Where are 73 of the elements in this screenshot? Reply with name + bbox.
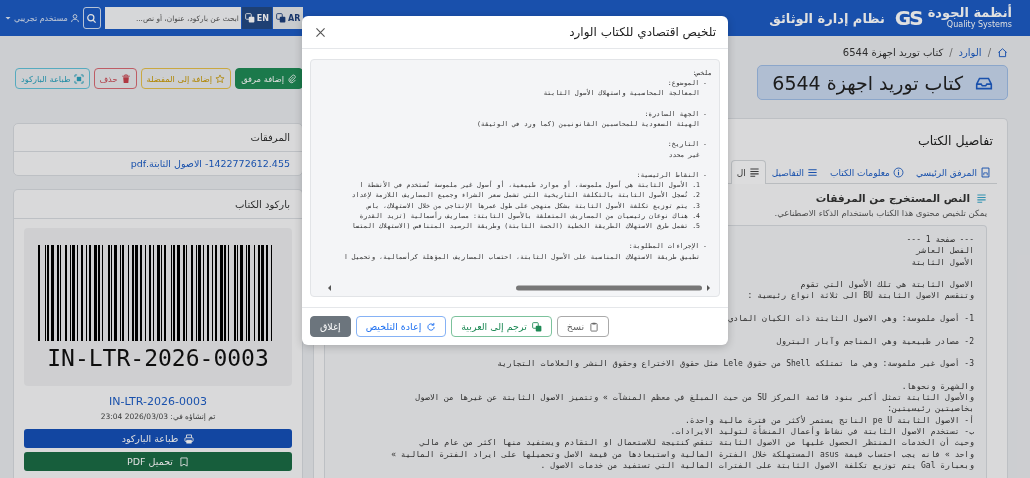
text-line: بخاصيتين رئيسيتين: <box>887 403 974 415</box>
tab[interactable]: التفاصيل <box>765 160 825 184</box>
caret-icon <box>4 14 12 22</box>
home-icon <box>997 47 1008 58</box>
trash-icon <box>120 73 131 84</box>
clipboard-icon <box>589 321 600 332</box>
scrollbar[interactable] <box>326 284 712 292</box>
brand-logo: GS <box>893 6 923 30</box>
language-toggle[interactable]: EN <box>241 7 272 29</box>
text-icon <box>748 167 760 178</box>
tab[interactable]: معلومات الكتاب <box>824 160 910 184</box>
add-attachment-button[interactable]: إضافة مرفق <box>235 68 303 89</box>
barcode-link[interactable]: IN-LTR-2026-0003 <box>109 395 207 408</box>
close-glyph-icon <box>314 25 327 39</box>
text-line: ب- تستخدم الاصول الثابتة في نشاط وأعمال المنشأة لتوليد الايرادات. <box>670 426 974 438</box>
attachment-link[interactable]: 1422772612.455- الاصول الثابتة.pdf <box>130 158 290 169</box>
printer-icon <box>184 433 195 444</box>
text-line: 3- أصول غير ملموسة: وهي ما تمتلكه Shell من حقوق Lele مثل حقوق الاختراع وحقوق النشر والعلامات التجارية <box>497 358 974 370</box>
download-pdf-button[interactable]: تحميل PDF <box>24 452 292 471</box>
text-line: وحيث أن الخدمات المنتظر الحصول عليها من الاصول الثابتة تنقص كنتيجة للاستعمال او التقادم ويستفيد منها اكثر من عام مالي <box>420 437 974 449</box>
brand-name: أنظمة الجودة <box>927 6 1012 21</box>
text-line: 1- أصول ملموسة: وهي الاصول الثابتة ذات الكيان المادي <box>728 313 974 325</box>
tab[interactable]: ال <box>730 160 766 184</box>
bookmark-icon <box>178 456 189 467</box>
text-line: 2- مصادر طبيعية وهي المناجم وآبار البترول <box>776 335 974 347</box>
text-line: --- صفحة 1 --- <box>906 234 974 246</box>
close-icon[interactable] <box>314 25 327 39</box>
card-title: المرفقات <box>250 132 290 143</box>
text-line: وبعبارة Gal يتم توزيع تكلفة الاصول الثابتة على الفترات المالية التي تستفيد من خدمات الاصول . <box>540 459 974 472</box>
translate-button[interactable]: ترجم إلى العربية <box>451 316 552 337</box>
search-button[interactable] <box>82 7 101 29</box>
text-line: الأصول الثابتة <box>911 256 974 268</box>
translate-icon <box>244 13 255 23</box>
user-icon <box>69 13 80 23</box>
breadcrumb-current: كتاب توريد اجهزة 6544 <box>842 47 944 58</box>
regenerate-button[interactable]: إعادة التلخيص <box>355 316 447 337</box>
text-line: والشهرة ونحوها. <box>901 380 974 392</box>
file-icon <box>980 167 991 178</box>
language-toggle[interactable]: AR <box>273 7 304 29</box>
tab[interactable]: المرفق الرئيسي <box>909 160 997 184</box>
text-line: واحد » فانه يجب احتساب قيمة asus المستهلكة خلال الفترة المالية واستبعادها من قيمة الاصل وتحميلها على ايراد الفترة المالية » <box>391 448 974 460</box>
search-icon <box>86 12 98 24</box>
breadcrumb-separator: / <box>949 47 953 58</box>
breadcrumb-separator: / <box>987 47 991 58</box>
close-button[interactable]: إغلاق <box>310 316 351 337</box>
barcode-number: IN-LTR-2026-0003 <box>47 346 269 370</box>
refresh-icon <box>426 321 437 332</box>
breadcrumb-link[interactable]: الوارد <box>958 47 982 58</box>
text-line: الفصل العاشر <box>916 245 974 257</box>
delete-button[interactable]: حذف <box>93 68 137 89</box>
translate-icon <box>531 321 542 332</box>
text-line: والأصول الثابتة تمثل أكبر بنود قائمة المركز SU من حيث المبلغ في معظم المنشآت » وتتميز الاصول الثابتة عن غيرها من الاصول <box>415 392 974 404</box>
brand-subtitle: Quality Systems <box>946 20 1012 30</box>
list-icon <box>807 167 819 178</box>
section-title: النص المستخرج من المرفقات <box>815 192 970 204</box>
modal-title: تلخيص اقتصادي للكتاب الوارد <box>569 25 716 39</box>
card-title: باركود الكتاب <box>234 198 290 210</box>
text-line: أ- الاصول الثابتة pe U الناتج يستمر لأكثر من فترة مالية واحدة. <box>685 414 974 426</box>
page-title: كتاب توريد اجهزة 6544 <box>757 65 1008 100</box>
text-line: وتنقسم الاصول الثابتة BU الى ثلاثة انواع رئيسية : <box>747 290 974 302</box>
star-icon <box>215 73 226 84</box>
user-menu[interactable]: مستخدم تجريبي <box>14 13 68 23</box>
text-icon <box>976 192 987 204</box>
copy-button[interactable]: نسخ <box>556 316 610 337</box>
card-title: تفاصيل الكتاب <box>918 133 993 148</box>
section-note: يمكن تلخيص محتوى هذا الكتاب باستخدام الذكاء الاصطناعي. <box>774 208 987 218</box>
text-line: الاصول الثابتة هي تلك الأصول التي تقوم <box>800 279 974 291</box>
info-icon <box>892 167 904 178</box>
paperclip-icon <box>287 73 297 84</box>
translate-icon <box>276 13 286 23</box>
scan-icon <box>73 73 84 84</box>
app-title: نظام إدارة الوثائق <box>769 10 885 26</box>
print-barcode-button[interactable]: طباعة الباركود <box>24 429 292 448</box>
